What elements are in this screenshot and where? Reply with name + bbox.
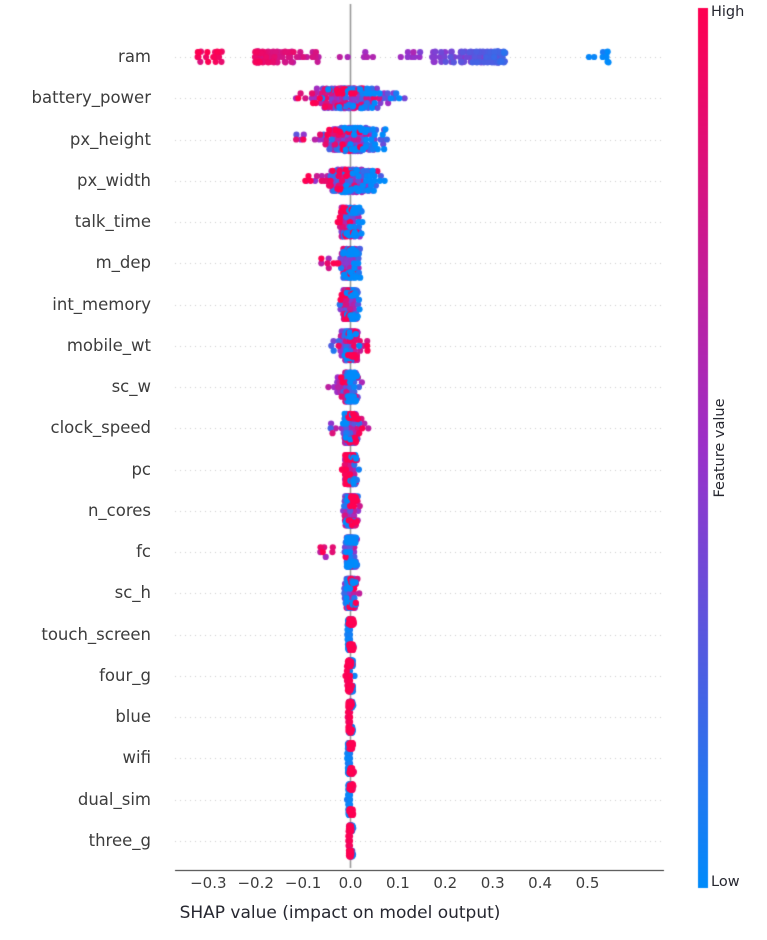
feature-label-ram: ram xyxy=(118,46,151,66)
feature-label-int-memory: int_memory xyxy=(52,294,151,314)
feature-label-px-height: px_height xyxy=(69,129,151,149)
feature-label-four-g: four_g xyxy=(99,665,151,685)
feature-label-axis: ram battery_power px_height px_width talk_ti… xyxy=(0,0,151,940)
x-tick-6: 0.3 xyxy=(480,874,505,892)
feature-label-clock-speed: clock_speed xyxy=(50,418,151,438)
x-tick-0: −0.3 xyxy=(190,874,227,892)
feature-label-sc-h: sc_h xyxy=(114,583,151,603)
x-tick-1: −0.2 xyxy=(237,874,274,892)
colorbar-title: Feature value xyxy=(712,398,728,498)
x-tick-3: 0.0 xyxy=(338,874,363,892)
colorbar-low-label: Low xyxy=(711,874,740,890)
feature-label-fc: fc xyxy=(136,541,151,561)
feature-label-talk-time: talk_time xyxy=(74,211,151,231)
feature-label-blue: blue xyxy=(115,706,151,726)
x-tick-5: 0.2 xyxy=(433,874,458,892)
feature-label-pc: pc xyxy=(131,459,151,479)
feature-label-wifi: wifi xyxy=(122,748,151,768)
feature-label-touch-screen: touch_screen xyxy=(41,624,151,644)
feature-label-n-cores: n_cores xyxy=(87,500,151,520)
feature-label-m-dep: m_dep xyxy=(95,253,151,273)
feature-label-dual-sim: dual_sim xyxy=(77,789,151,809)
x-tick-2: −0.1 xyxy=(284,874,322,892)
feature-label-mobile-wt: mobile_wt xyxy=(66,335,151,355)
feature-label-three-g: three_g xyxy=(88,830,151,850)
x-tick-8: 0.5 xyxy=(575,874,600,892)
feature-label-sc-w: sc_w xyxy=(111,376,151,396)
x-tick-4: 0.1 xyxy=(385,874,410,892)
shap-beeswarm-figure: ram battery_power px_height px_width talk_ti… xyxy=(0,0,767,940)
colorbar-high-label: High xyxy=(711,4,745,20)
x-tick-7: 0.4 xyxy=(528,874,553,892)
feature-label-battery-power: battery_power xyxy=(31,88,151,107)
feature-label-px-width: px_width xyxy=(77,170,151,190)
x-axis-title: SHAP value (impact on model output) xyxy=(179,903,501,923)
